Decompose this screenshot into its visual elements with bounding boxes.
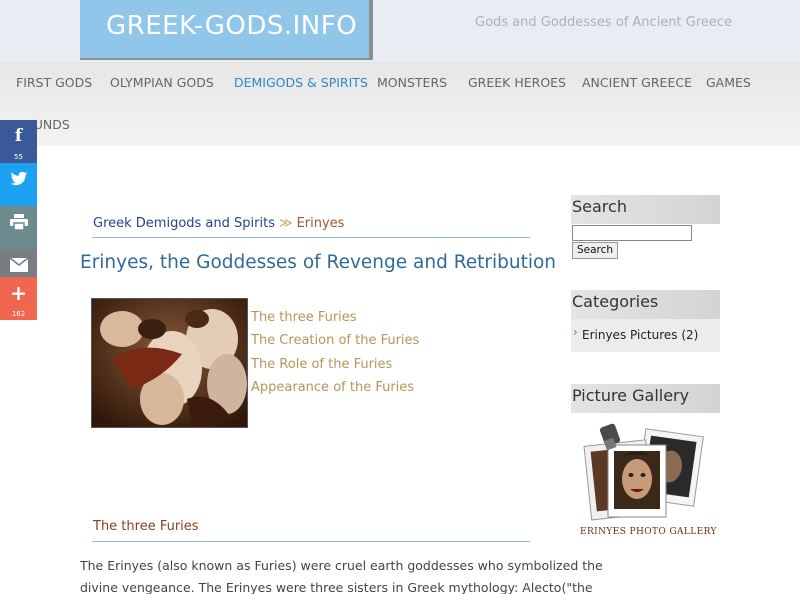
breadcrumb-separator-icon: ≫	[278, 216, 293, 231]
plus-icon: +	[10, 281, 27, 305]
furies-painting-image[interactable]	[91, 298, 248, 428]
categories-widget-title: Categories	[571, 290, 720, 319]
toc-link-appearance-of-furies[interactable]: Appearance of the Furies	[251, 380, 414, 395]
article-paragraph-line-2: divine vengeance. The Erinyes were three…	[80, 580, 593, 594]
main-nav: FIRST GODS OLYMPIAN GODS DEMIGODS & SPIR…	[0, 62, 800, 146]
gallery-caption: ERINYES PHOTO GALLERY	[580, 527, 717, 537]
nav-item-first-gods[interactable]: FIRST GODS	[16, 75, 92, 90]
nav-item-ancient-greece[interactable]: ANCIENT GREECE	[582, 75, 692, 90]
chevron-right-icon: ›	[573, 325, 578, 339]
nav-item-monsters[interactable]: MONSTERS	[377, 75, 447, 90]
nav-item-demigods-spirits[interactable]: DEMIGODS & SPIRITS	[234, 75, 368, 90]
article-paragraph-line-1: The Erinyes (also known as Furies) were …	[80, 558, 603, 573]
search-button[interactable]: Search	[572, 242, 618, 259]
share-print-button[interactable]	[0, 206, 37, 249]
facebook-icon: f	[14, 126, 23, 146]
category-link-erinyes-pictures[interactable]: Erinyes Pictures (2)	[582, 328, 698, 342]
site-logo-text: GREEK-GODS.INFO	[106, 11, 358, 41]
share-facebook-button[interactable]: f 55	[0, 120, 37, 163]
search-widget-title: Search	[571, 195, 720, 224]
breadcrumb-divider	[92, 237, 530, 238]
facebook-share-count: 55	[14, 153, 23, 161]
email-icon	[0, 257, 37, 277]
share-more-button[interactable]: + 162	[0, 277, 37, 320]
nav-item-games[interactable]: GAMES	[706, 75, 751, 90]
breadcrumb-parent-link[interactable]: Greek Demigods and Spirits	[93, 216, 275, 231]
site-header: GREEK-GODS.INFO Gods and Goddesses of An…	[0, 0, 800, 62]
toc-link-creation-of-furies[interactable]: The Creation of the Furies	[251, 333, 419, 348]
twitter-icon	[0, 171, 37, 192]
section-divider	[92, 541, 530, 542]
breadcrumb: Greek Demigods and Spirits ≫ Erinyes	[93, 216, 344, 231]
site-logo[interactable]: GREEK-GODS.INFO	[80, 0, 373, 60]
search-input[interactable]	[572, 225, 692, 241]
breadcrumb-current: Erinyes	[296, 216, 345, 231]
printer-icon	[0, 214, 37, 235]
categories-list: › Erinyes Pictures (2)	[571, 319, 720, 352]
nav-item-olympian-gods[interactable]: OLYMPIAN GODS	[110, 75, 214, 90]
section-title-three-furies: The three Furies	[93, 519, 199, 534]
toc-link-role-of-furies[interactable]: The Role of the Furies	[251, 357, 392, 372]
site-tagline: Gods and Goddesses of Ancient Greece	[475, 15, 733, 30]
share-twitter-button[interactable]	[0, 163, 37, 206]
toc-link-three-furies[interactable]: The three Furies	[251, 310, 357, 325]
gallery-widget-title: Picture Gallery	[571, 384, 720, 413]
more-share-count: 162	[11, 310, 26, 318]
page-title: Erinyes, the Goddesses of Revenge and Re…	[80, 252, 557, 273]
nav-item-greek-heroes[interactable]: GREEK HEROES	[468, 75, 566, 90]
